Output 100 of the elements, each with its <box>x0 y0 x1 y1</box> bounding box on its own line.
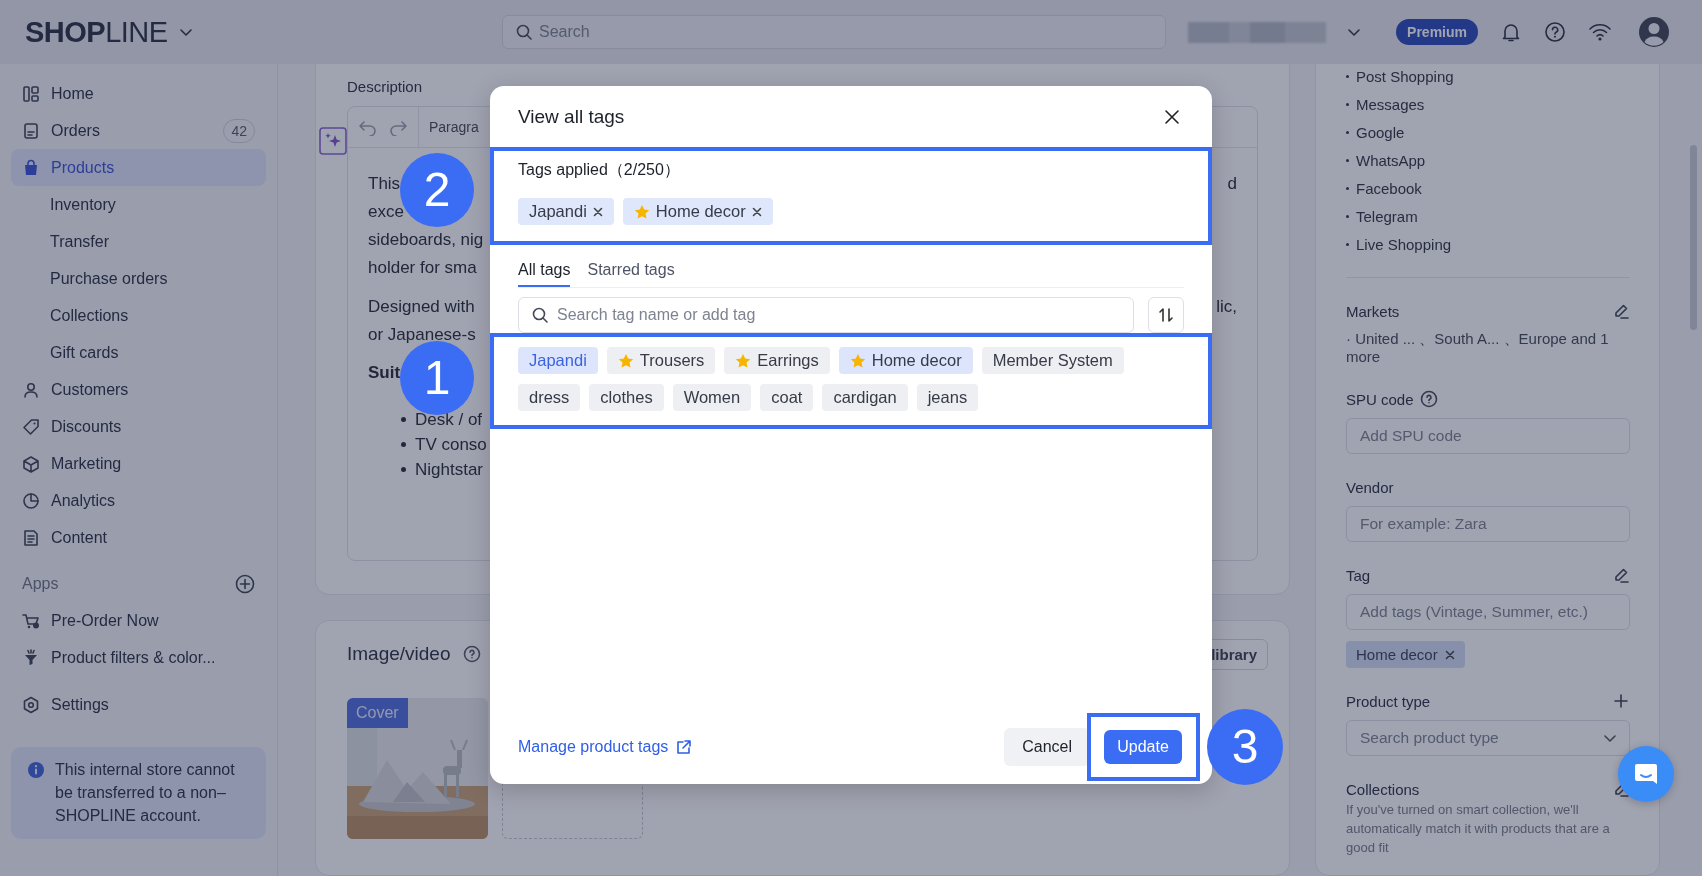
star-icon <box>735 352 752 369</box>
cart-icon <box>22 611 40 630</box>
help-icon[interactable] <box>1419 390 1438 408</box>
sort-button[interactable] <box>1148 297 1184 333</box>
tag-chip[interactable]: Home decor <box>622 198 773 225</box>
tag-chip[interactable]: clothes <box>589 384 664 411</box>
person-icon <box>22 380 40 399</box>
external-link-icon <box>676 739 693 755</box>
dialog-title: View all tags <box>518 105 625 128</box>
bullet-dot <box>1346 102 1349 106</box>
nav-item[interactable]: Product filters & color... <box>11 639 266 676</box>
scrollbar[interactable] <box>1690 145 1697 330</box>
nav-item[interactable]: Orders 42 <box>11 112 266 149</box>
nav-item[interactable]: Inventory <box>11 186 266 223</box>
tab[interactable]: All tags <box>518 255 571 287</box>
bullet-dot <box>1346 214 1349 218</box>
tab[interactable]: Starred tags <box>587 255 675 287</box>
tag-chip[interactable]: coat <box>760 384 814 411</box>
bullet-dot <box>401 417 406 422</box>
field-label: Collections <box>1346 780 1420 798</box>
input-field[interactable]: For example: Zara <box>1346 506 1630 542</box>
sparkle-icon[interactable] <box>319 127 347 155</box>
add-icon[interactable] <box>235 573 255 594</box>
bell-icon[interactable] <box>1500 21 1522 43</box>
paragraph-dropdown[interactable]: Paragra <box>429 119 479 135</box>
search-field[interactable]: Search tag name or add tag <box>518 297 1134 333</box>
tag-chip[interactable]: Earrings <box>724 347 830 374</box>
nav-item[interactable]: Analytics <box>11 482 266 519</box>
star-icon <box>617 352 634 369</box>
nav-item[interactable]: Discounts <box>11 408 266 445</box>
help-icon[interactable] <box>462 645 481 663</box>
input-field[interactable]: Add SPU code <box>1346 418 1630 454</box>
document-icon <box>22 121 40 140</box>
remove-icon[interactable] <box>1444 649 1455 660</box>
bag-icon <box>22 158 40 177</box>
logo[interactable]: SHOPLINE <box>25 15 168 49</box>
nav-item[interactable]: Products <box>11 149 266 186</box>
nav-item[interactable]: Settings <box>11 686 266 723</box>
nav-item[interactable]: Content <box>11 519 266 556</box>
section-heading: Apps <box>22 574 59 593</box>
body-text: Nightstar <box>415 458 484 481</box>
body-text: lic, <box>1216 296 1237 318</box>
bullet-dot <box>1346 242 1349 246</box>
field-label: Vendor <box>1346 478 1394 496</box>
help-icon[interactable] <box>1544 21 1566 43</box>
bullet-dot <box>401 442 406 447</box>
search-icon <box>531 306 549 324</box>
star-icon <box>849 352 866 369</box>
tag-chip[interactable]: dress <box>518 384 581 411</box>
edit-icon[interactable] <box>1612 302 1630 320</box>
cover-label: Cover <box>347 698 408 728</box>
tag-chip[interactable]: jeans <box>916 384 979 411</box>
nav-item[interactable]: Transfer <box>11 223 266 260</box>
tag-chip[interactable]: Home decor <box>838 347 973 374</box>
info-icon <box>27 761 45 779</box>
tag-chip[interactable]: Women <box>672 384 752 411</box>
markets-text: · United ... 、South A... 、Europe and 1 more <box>1346 330 1610 366</box>
search-icon <box>515 23 533 41</box>
tag-chip[interactable]: Home decor <box>1346 641 1465 668</box>
bullet-dot <box>1346 74 1349 78</box>
input-field[interactable]: Add tags (Vintage, Summer, etc.) <box>1346 594 1630 630</box>
nav-item[interactable]: Collections <box>11 297 266 334</box>
nav-item[interactable]: Gift cards <box>11 334 266 371</box>
plan-badge: Premium <box>1396 19 1478 45</box>
body-text: Designed with <box>368 296 475 318</box>
nav-item[interactable]: Customers <box>11 371 266 408</box>
cube-icon <box>22 454 40 473</box>
wifi-icon[interactable] <box>1588 22 1612 42</box>
remove-icon[interactable] <box>751 206 762 217</box>
field-label: SPU code <box>1346 390 1414 408</box>
tag-chip[interactable]: Member System <box>981 347 1124 374</box>
nav-item[interactable]: Marketing <box>11 445 266 482</box>
channel-name: Facebook <box>1356 179 1422 197</box>
body-text: TV conso <box>415 433 487 456</box>
tag-chip[interactable]: Japandi <box>518 347 598 374</box>
field-label: Markets <box>1346 302 1400 320</box>
remove-icon[interactable] <box>592 206 603 217</box>
nav-item[interactable]: Purchase orders <box>11 260 266 297</box>
tag-chip[interactable]: cardigan <box>822 384 908 411</box>
search-field[interactable]: Search <box>502 15 1166 49</box>
plus-icon[interactable] <box>1612 692 1630 710</box>
channel-name: Telegram <box>1356 207 1418 225</box>
manage-tags-link[interactable]: Manage product tags <box>518 738 693 756</box>
bullet-dot <box>1346 130 1349 134</box>
tag-chip[interactable]: Japandi <box>518 198 614 225</box>
body-text: Suit <box>368 362 401 384</box>
notice-text: This internal store cannot be transferred to a non–SHOPLINE account. <box>55 760 236 826</box>
avatar-icon[interactable] <box>1638 16 1670 48</box>
cancel-button[interactable]: Cancel <box>1004 728 1090 766</box>
edit-icon[interactable] <box>1612 566 1630 584</box>
nav-item[interactable]: Pre-Order Now <box>11 602 266 639</box>
select-field[interactable]: Search product type <box>1346 720 1630 756</box>
update-button[interactable]: Update <box>1104 730 1182 764</box>
nav-item[interactable]: Home <box>11 75 266 112</box>
channel-name: Post Shopping <box>1356 67 1454 85</box>
channel-name: WhatsApp <box>1356 151 1426 169</box>
body-text: This <box>368 173 401 195</box>
bullet-dot <box>401 467 406 472</box>
document-icon <box>22 528 40 547</box>
tag-chip[interactable]: Trousers <box>606 347 716 374</box>
